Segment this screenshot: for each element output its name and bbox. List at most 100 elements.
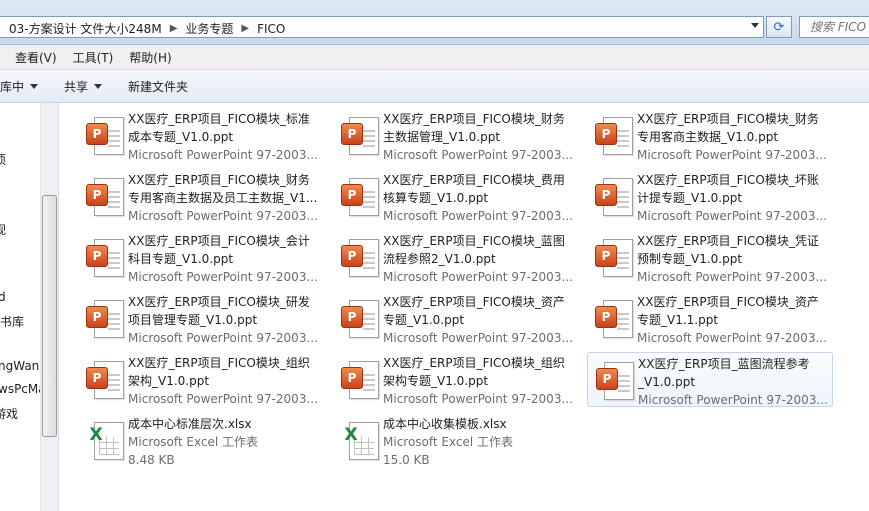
file-name-line1: XX医疗_ERP项目_FICO模块_凭证: [637, 234, 819, 248]
powerpoint-file-icon: P: [594, 359, 636, 401]
file-type: Microsoft PowerPoint 97-2003...: [383, 392, 573, 406]
file-item[interactable]: P XX医疗_ERP项目_FICO模块_组织 架构_V1.0.ppt Microsof…: [78, 352, 324, 407]
menu-tools[interactable]: 工具(T): [73, 49, 114, 66]
file-type: Microsoft PowerPoint 97-2003...: [637, 209, 827, 223]
file-item[interactable]: P XX医疗_ERP项目_FICO模块_坏账 计提专题_V1.0.ppt Micros…: [587, 169, 833, 224]
excel-file-icon: X: [84, 419, 126, 461]
file-type: Microsoft PowerPoint 97-2003...: [637, 148, 827, 162]
file-name-line2: 专用客商主数据_V1.0.ppt: [637, 130, 779, 144]
refresh-button[interactable]: ⟳: [766, 16, 792, 38]
file-type: Microsoft PowerPoint 97-2003...: [128, 392, 318, 406]
address-history-dropdown-icon[interactable]: [751, 23, 759, 28]
file-size: 8.48 KB: [128, 453, 175, 467]
file-item[interactable]: P XX医疗_ERP项目_FICO模块_财务 专用客商主数据及员工主数据_V1...…: [78, 169, 324, 224]
file-item[interactable]: P XX医疗_ERP项目_FICO模块_标准 成本专题_V1.0.ppt Micros…: [78, 108, 324, 163]
file-list: P XX医疗_ERP项目_FICO模块_标准 成本专题_V1.0.ppt Micros…: [59, 103, 869, 511]
file-name-line2: 流程参照2_V1.0.ppt: [383, 252, 496, 266]
file-name-line1: XX医疗_ERP项目_FICO模块_财务: [637, 112, 819, 126]
address-toolbar: 03-方案设计 文件大小248M ▶ 业务专题 ▶ FICO ⟳: [0, 0, 869, 45]
powerpoint-file-icon: P: [593, 114, 635, 156]
file-name-line1: XX医疗_ERP项目_FICO模块_研发: [128, 295, 310, 309]
file-item[interactable]: P XX医疗_ERP项目_蓝图流程参考 _V1.0.ppt Microsoft Pow…: [587, 352, 833, 407]
file-item[interactable]: P XX医疗_ERP项目_FICO模块_蓝图 流程参照2_V1.0.ppt Micro…: [333, 230, 579, 285]
nav-scrollbar[interactable]: [40, 103, 58, 511]
file-name-line2: 架构_V1.0.ppt: [128, 374, 210, 388]
file-name-line1: XX医疗_ERP项目_FICO模块_资产: [637, 295, 819, 309]
file-type: Microsoft PowerPoint 97-2003...: [128, 270, 318, 284]
powerpoint-file-icon: P: [84, 175, 126, 217]
nav-item[interactable]: d: [0, 290, 6, 304]
powerpoint-file-icon: P: [84, 114, 126, 156]
nav-item[interactable]: ngWan: [0, 359, 39, 373]
share-button[interactable]: 共享: [64, 78, 103, 95]
powerpoint-file-icon: P: [339, 175, 381, 217]
nav-item[interactable]: 视: [0, 221, 6, 238]
file-name-line2: 预制专题_V1.0.ppt: [637, 252, 743, 266]
file-item[interactable]: P XX医疗_ERP项目_FICO模块_资产 专题_V1.0.ppt Microsof…: [333, 291, 579, 346]
search-box[interactable]: [799, 16, 869, 38]
breadcrumb-separator-icon[interactable]: ▶: [170, 23, 178, 34]
menu-help[interactable]: 帮助(H): [129, 49, 171, 66]
menu-bar: 查看(V) 工具(T) 帮助(H): [0, 45, 869, 70]
file-type: Microsoft PowerPoint 97-2003...: [128, 331, 318, 345]
file-name-line2: 专题_V1.0.ppt: [383, 313, 465, 327]
powerpoint-file-icon: P: [339, 114, 381, 156]
file-type: Microsoft PowerPoint 97-2003...: [128, 209, 318, 223]
file-item[interactable]: X 成本中心标准层次.xlsx Microsoft Excel 工作表 8.48 KB: [78, 413, 324, 468]
menu-view[interactable]: 查看(V): [15, 49, 57, 66]
powerpoint-file-icon: P: [339, 236, 381, 278]
excel-file-icon: X: [339, 419, 381, 461]
file-name-line2: 科目专题_V1.0.ppt: [128, 252, 234, 266]
file-name-line1: XX医疗_ERP项目_FICO模块_蓝图: [383, 234, 565, 248]
include-in-library-button[interactable]: 包含到库中: [0, 78, 39, 95]
file-item[interactable]: P XX医疗_ERP项目_FICO模块_资产 专题_V1.1.ppt Microsof…: [587, 291, 833, 346]
file-type: Microsoft PowerPoint 97-2003...: [637, 331, 827, 345]
file-item[interactable]: P XX医疗_ERP项目_FICO模块_费用 核算专题_V1.0.ppt Micros…: [333, 169, 579, 224]
file-item[interactable]: P XX医疗_ERP项目_FICO模块_研发 项目管理专题_V1.0.ppt Micr…: [78, 291, 324, 346]
file-name-line2: 专用客商主数据及员工主数据_V1...: [128, 191, 318, 205]
file-name-line2: 主数据管理_V1.0.ppt: [383, 130, 501, 144]
nav-item[interactable]: 项: [0, 151, 6, 168]
powerpoint-file-icon: P: [84, 236, 126, 278]
search-input[interactable]: [808, 19, 869, 35]
powerpoint-file-icon: P: [84, 358, 126, 400]
powerpoint-file-icon: P: [339, 358, 381, 400]
breadcrumb-separator-icon[interactable]: ▶: [241, 23, 249, 34]
breadcrumb-item[interactable]: 业务专题: [185, 20, 233, 37]
powerpoint-file-icon: P: [593, 236, 635, 278]
powerpoint-file-icon: P: [593, 175, 635, 217]
nav-scrollbar-thumb[interactable]: [42, 195, 57, 437]
file-type: Microsoft PowerPoint 97-2003...: [383, 209, 573, 223]
share-label: 共享: [64, 79, 89, 94]
file-type: Microsoft PowerPoint 97-2003...: [383, 148, 573, 162]
file-size: 15.0 KB: [383, 453, 430, 467]
nav-item[interactable]: 书库: [0, 313, 24, 330]
file-name-line1: XX医疗_ERP项目_FICO模块_组织: [128, 356, 310, 370]
file-item[interactable]: P XX医疗_ERP项目_FICO模块_财务 主数据管理_V1.0.ppt Micro…: [333, 108, 579, 163]
file-name-line1: XX医疗_ERP项目_FICO模块_资产: [383, 295, 565, 309]
file-name-line1: XX医疗_ERP项目_FICO模块_组织: [383, 356, 565, 370]
breadcrumb-item[interactable]: 03-方案设计 文件大小248M: [9, 20, 162, 37]
nav-item[interactable]: wsPcMa: [0, 382, 46, 396]
file-item[interactable]: X 成本中心收集模板.xlsx Microsoft Excel 工作表 15.0 KB: [333, 413, 579, 468]
file-item[interactable]: P XX医疗_ERP项目_FICO模块_组织 架构专题_V1.0.ppt Micros…: [333, 352, 579, 407]
command-bar: 包含到库中 共享 新建文件夹: [0, 70, 869, 103]
breadcrumb-item[interactable]: FICO: [257, 22, 285, 36]
file-item[interactable]: P XX医疗_ERP项目_FICO模块_会计 科目专题_V1.0.ppt Micros…: [78, 230, 324, 285]
new-folder-button[interactable]: 新建文件夹: [128, 78, 188, 95]
file-name-line1: 成本中心收集模板.xlsx: [383, 417, 507, 431]
file-name-line1: XX医疗_ERP项目_FICO模块_财务: [383, 112, 565, 126]
address-bar[interactable]: 03-方案设计 文件大小248M ▶ 业务专题 ▶ FICO: [0, 16, 764, 38]
powerpoint-file-icon: P: [84, 297, 126, 339]
file-name-line2: 核算专题_V1.0.ppt: [383, 191, 489, 205]
file-item[interactable]: P XX医疗_ERP项目_FICO模块_凭证 预制专题_V1.0.ppt Micros…: [587, 230, 833, 285]
file-name-line2: _V1.0.ppt: [638, 375, 696, 389]
powerpoint-file-icon: P: [593, 297, 635, 339]
file-name-line1: XX医疗_ERP项目_FICO模块_费用: [383, 173, 565, 187]
file-name-line2: 成本专题_V1.0.ppt: [128, 130, 234, 144]
file-type: Microsoft PowerPoint 97-2003...: [383, 270, 573, 284]
file-item[interactable]: P XX医疗_ERP项目_FICO模块_财务 专用客商主数据_V1.0.ppt Mic…: [587, 108, 833, 163]
nav-item[interactable]: 游戏: [0, 405, 18, 422]
file-type: Microsoft PowerPoint 97-2003...: [638, 393, 828, 407]
file-name-line2: 架构专题_V1.0.ppt: [383, 374, 489, 388]
